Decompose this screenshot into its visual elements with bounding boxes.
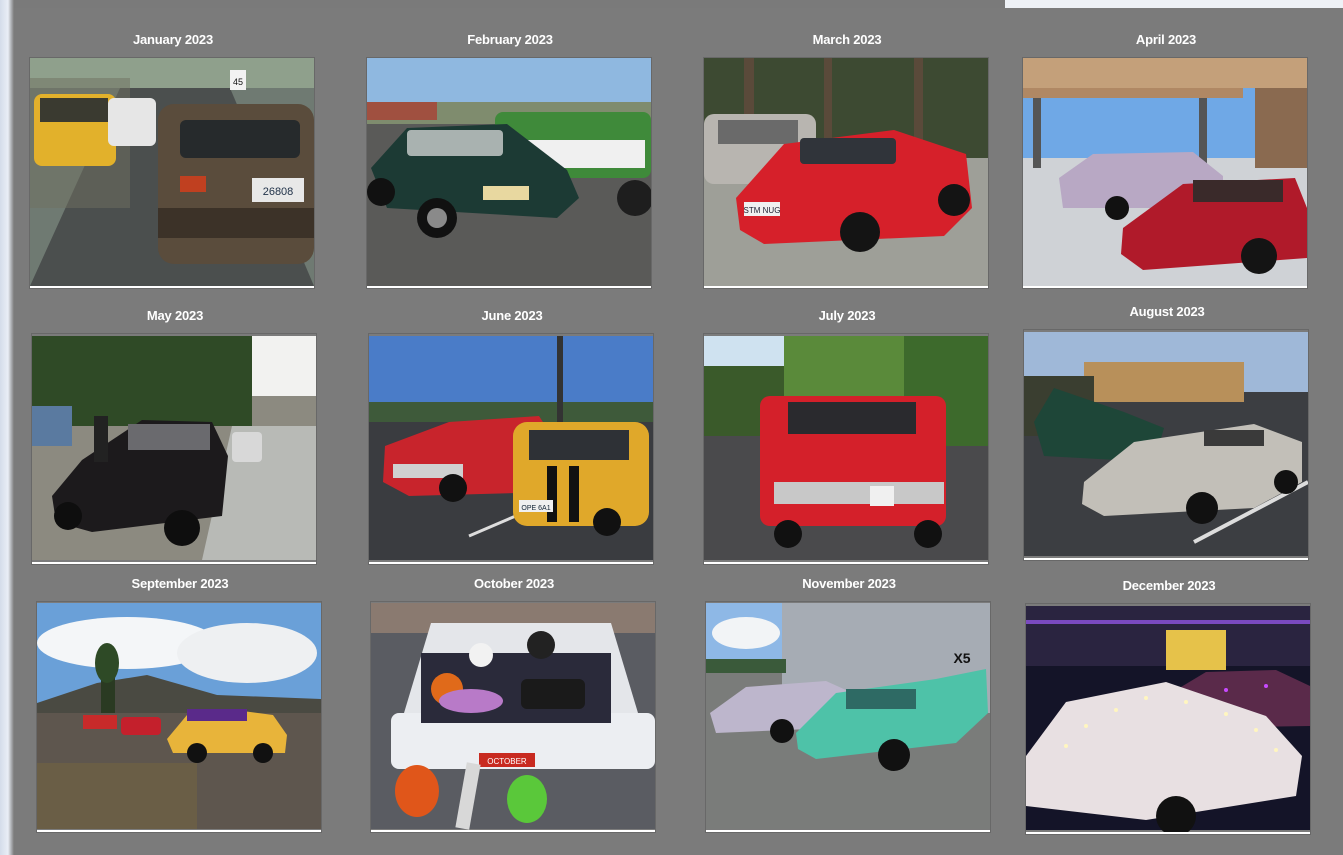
august-car-photo [1024,332,1308,556]
month-photo-august[interactable] [1024,330,1308,560]
license-plate-text: OCTOBER [487,757,527,766]
license-plate-text: STM NUG [744,206,781,215]
month-photo-may[interactable] [32,334,316,564]
month-title: March 2023 [812,32,882,47]
month-title: January 2023 [133,32,213,47]
month-photo-july[interactable] [704,334,988,564]
month-title: June 2023 [481,308,543,323]
month-photo-february[interactable] [367,58,651,288]
may-car-photo [32,336,316,560]
month-photo-september[interactable] [37,602,321,832]
month-title: July 2023 [818,308,876,323]
september-car-photo [37,603,321,829]
month-title: October 2023 [474,576,554,591]
october-car-photo: OCTOBER [371,603,655,830]
month-title: February 2023 [467,32,553,47]
month-title: May 2023 [146,308,204,323]
month-photo-november[interactable]: X5 [706,602,990,832]
december-car-photo [1026,606,1310,832]
month-photo-june[interactable]: OPE 6A1 [369,334,653,564]
june-car-photo: OPE 6A1 [369,336,653,560]
month-title: August 2023 [1129,304,1205,319]
month-title: April 2023 [1135,32,1197,47]
february-car-photo [367,58,651,286]
month-photo-december[interactable] [1026,604,1310,834]
top-right-strip [1005,0,1343,8]
month-photo-january[interactable]: 26808 45 [30,58,314,288]
month-photo-march[interactable]: STM NUG [704,58,988,288]
month-photo-october[interactable]: OCTOBER [371,602,655,832]
month-photo-april[interactable] [1023,58,1307,288]
month-title: September 2023 [131,576,229,591]
july-car-photo [704,336,988,560]
hangar-sign-text: X5 [953,650,970,666]
month-title: November 2023 [802,576,896,591]
april-car-photo [1023,58,1307,286]
march-car-photo: STM NUG [704,58,988,286]
license-plate-text: OPE 6A1 [521,505,550,512]
november-car-photo: X5 [706,603,990,829]
january-car-photo: 26808 45 [30,58,314,286]
speed-sign-text: 45 [233,77,243,87]
month-title: December 2023 [1122,578,1216,593]
license-plate-text: 26808 [263,186,294,198]
